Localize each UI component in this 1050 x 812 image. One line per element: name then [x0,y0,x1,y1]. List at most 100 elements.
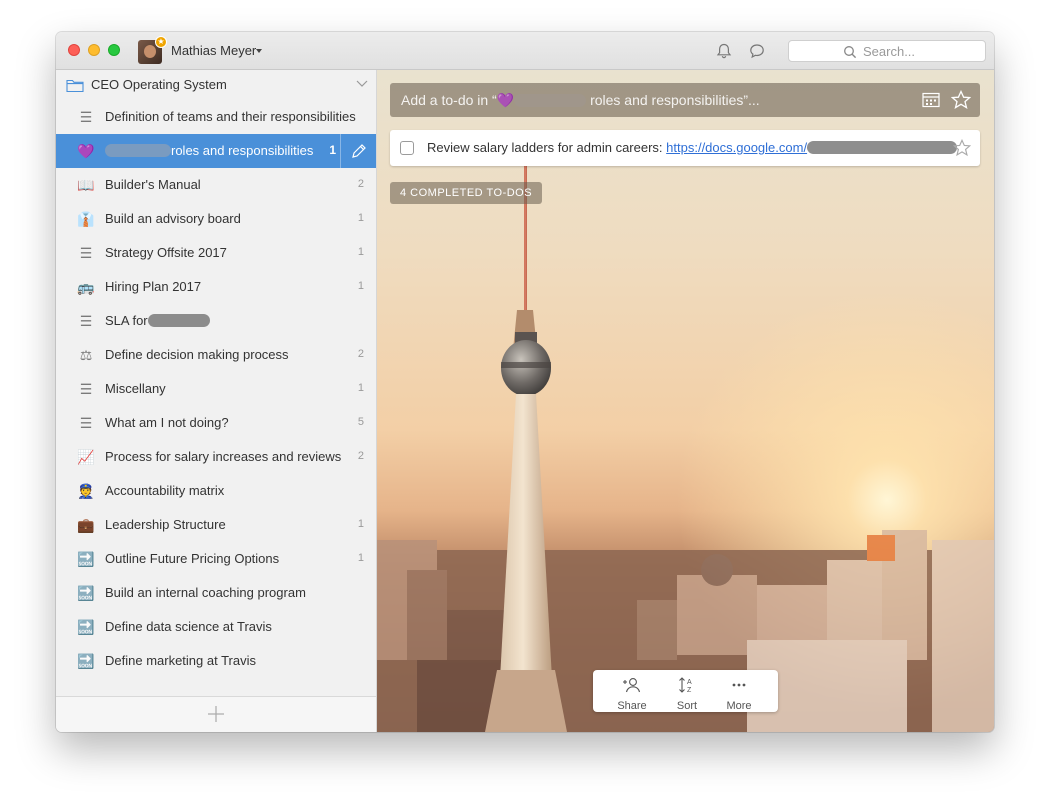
more-button[interactable]: More [714,674,764,712]
list-detail: Add a to-do in “💜 roles and responsibili… [377,70,994,732]
share-person-icon [623,678,641,693]
sidebar-list-item[interactable]: 🔜 Outline Future Pricing Options 1 [56,542,376,576]
svg-text:A: A [687,679,692,686]
sidebar-item-label: Define marketing at Travis [105,653,257,668]
sidebar-list-item[interactable]: 💜 roles and responsibilities 1 [56,134,376,168]
sidebar-item-label: Strategy Offsite 2017 [105,245,227,260]
bell-icon[interactable] [715,42,733,60]
titlebar: ★ Mathias Meyer Search... [56,32,994,70]
app-window: ★ Mathias Meyer Search... CEO Operating … [56,32,994,732]
star-icon[interactable] [953,139,971,157]
add-todo-placeholder: Add a to-do in “💜 roles and responsibili… [401,92,760,108]
sidebar-list-item[interactable]: 🔜 Define data science at Travis [56,610,376,644]
sidebar-item-count: 2 [357,178,364,190]
sidebar-list-item[interactable]: 👔 Build an advisory board 1 [56,202,376,236]
sidebar-list-item[interactable]: ☰ Strategy Offsite 2017 1 [56,236,376,270]
list-icon: ☰ [79,415,93,431]
sort-label: Sort [676,700,698,712]
sidebar-list-item[interactable]: 🔜 Build an internal coaching program [56,576,376,610]
avatar-face [144,45,156,58]
sidebar-item-label: Process for salary increases and reviews [105,449,342,464]
zoom-window-button[interactable] [108,44,120,56]
bus-icon: 🚌 [77,279,95,295]
sidebar-list-item[interactable]: ☰ Definition of teams and their responsib… [56,100,376,134]
soon-arrow-icon: 🔜 [77,585,95,601]
purple-heart-icon: 💜 [496,92,515,108]
detail-toolbar: Share A Z Sort More [593,670,778,712]
completed-todos-button[interactable]: 4 COMPLETED TO-DOS [390,182,543,204]
redacted-text [147,314,210,327]
star-icon[interactable] [951,90,971,110]
todo-item[interactable]: Review salary ladders for admin careers:… [390,130,980,166]
list-icon: ☰ [79,313,93,329]
add-list-button[interactable] [207,705,225,723]
sidebar-item-count: 1 [357,212,364,224]
sidebar-item-label: Define data science at Travis [105,619,272,634]
sidebar-list-item[interactable]: 👮 Accountability matrix [56,474,376,508]
list-icon: ☰ [79,245,93,261]
redacted-text [514,94,587,107]
sidebar: CEO Operating System ☰ Definition of team… [56,70,377,732]
folder-icon [66,79,84,93]
sidebar-item-count: 1 [329,143,336,157]
share-button[interactable]: Share [607,674,657,712]
todo-link[interactable]: https://docs.google.com/ [666,140,807,155]
sidebar-item-label: Hiring Plan 2017 [105,279,202,294]
minimize-window-button[interactable] [88,44,100,56]
group-label: CEO Operating System [91,77,227,92]
sidebar-item-label: roles and responsibilities [105,143,313,158]
sidebar-item-count: 5 [357,416,364,428]
sidebar-list-item[interactable]: ☰ What am I not doing? 5 [56,406,376,440]
share-label: Share [617,700,647,712]
sidebar-item-label: Builder's Manual [105,177,201,192]
sidebar-item-count: 2 [357,348,364,360]
sidebar-item-label: What am I not doing? [105,415,229,430]
todo-checkbox[interactable] [400,141,414,155]
sidebar-item-count: 2 [357,450,364,462]
add-todo-input[interactable]: Add a to-do in “💜 roles and responsibili… [390,83,980,117]
calendar-icon[interactable] [922,92,940,108]
search-input[interactable]: Search... [788,40,986,62]
redacted-text [105,144,171,157]
list-group-ceo-operating-system[interactable]: CEO Operating System [56,70,376,100]
briefcase-icon: 💼 [77,517,95,533]
list-icon: ☰ [79,381,93,397]
sidebar-item-count: 1 [357,280,364,292]
pencil-icon [352,144,366,158]
sidebar-list-item[interactable]: 📖 Builder's Manual 2 [56,168,376,202]
sidebar-list-item[interactable]: 📈 Process for salary increases and review… [56,440,376,474]
speech-bubble-icon[interactable] [748,42,766,60]
sidebar-item-label: Define decision making process [105,347,289,362]
soon-arrow-icon: 🔜 [77,653,95,669]
user-name-menu[interactable]: Mathias Meyer [171,43,256,58]
sidebar-list-item[interactable]: 🚌 Hiring Plan 2017 1 [56,270,376,304]
sort-az-icon: A Z [679,677,692,694]
sidebar-list-item[interactable]: ☰ Miscellany 1 [56,372,376,406]
scales-icon: ⚖ [79,347,93,363]
list-icon: ☰ [79,109,93,125]
notification-badge-icon: ★ [155,36,167,48]
sidebar-list-item[interactable]: ⚖ Define decision making process 2 [56,338,376,372]
sidebar-list-item[interactable]: ☰ SLA for [56,304,376,338]
sidebar-item-count: 1 [357,518,364,530]
sidebar-item-label: Outline Future Pricing Options [105,551,280,566]
avatar[interactable]: ★ [138,36,167,64]
sidebar-item-label: Leadership Structure [105,517,226,532]
chevron-down-icon[interactable] [356,80,368,88]
soon-arrow-icon: 🔜 [77,551,95,567]
edit-list-button[interactable] [340,134,377,168]
sidebar-list-item[interactable]: 💼 Leadership Structure 1 [56,508,376,542]
background-photo-tv-tower [377,130,994,732]
sidebar-footer [56,696,376,732]
sort-button[interactable]: A Z Sort [662,674,712,712]
todo-title[interactable]: Review salary ladders for admin careers:… [427,140,958,155]
chevron-down-icon[interactable] [256,49,262,53]
sidebar-list-item[interactable]: 🔜 Define marketing at Travis [56,644,376,678]
close-window-button[interactable] [68,44,80,56]
sidebar-item-label: Definition of teams and their responsibi… [105,109,356,124]
soon-arrow-icon: 🔜 [77,619,95,635]
sidebar-item-label: Accountability matrix [105,483,225,498]
police-officer-icon: 👮 [77,483,95,499]
person-tie-icon: 👔 [77,211,95,227]
sidebar-item-label: SLA for [105,313,210,328]
